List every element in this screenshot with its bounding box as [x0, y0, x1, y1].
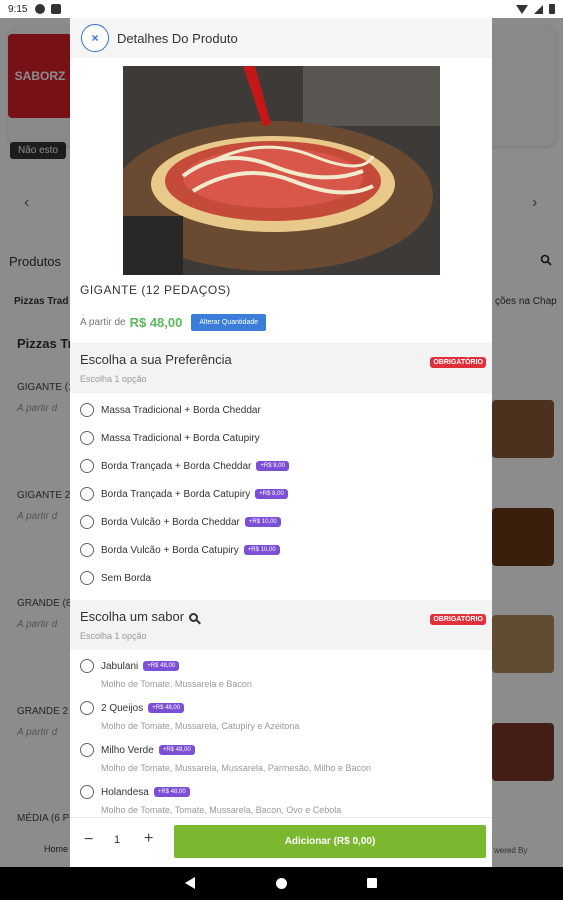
radio-button[interactable] — [80, 459, 94, 473]
wifi-icon — [516, 4, 528, 14]
option-label: Borda Trançada + Borda Catupiry — [101, 488, 251, 500]
flavor-label: Holandesa — [101, 786, 149, 798]
price-value: R$ 48,00 — [129, 315, 183, 330]
option-label: Borda Vulcão + Borda Catupiry — [101, 544, 239, 556]
group-subtitle: Escolha 1 opção — [80, 374, 147, 384]
flavor-radio[interactable]: Milho Verde +R$ 48,00 — [80, 743, 195, 757]
flavor-description: Molho de Tomate, Mussarela, Catupiry e A… — [101, 721, 300, 731]
system-navigation-bar — [0, 867, 563, 900]
battery-icon — [549, 4, 555, 14]
option-label: Borda Vulcão + Borda Cheddar — [101, 516, 240, 528]
add-to-cart-bar: − 1 + Adicionar (R$ 0,00) — [70, 817, 492, 867]
price-badge: +R$ 8,00 — [256, 461, 289, 471]
flavor-description: Molho de Tomate, Mussarela e Bacon — [101, 679, 252, 689]
status-bar: 9:15 — [0, 0, 563, 18]
price-label: A partir de — [80, 317, 126, 328]
radio-button[interactable] — [80, 431, 94, 445]
price-row: A partir de R$ 48,00 Alterar Quantidade — [80, 314, 267, 331]
option-radio[interactable]: Borda Vulcão + Borda Cheddar +R$ 10,00 — [80, 515, 281, 529]
search-icon[interactable] — [189, 613, 199, 622]
group-title: Escolha a sua Preferência — [80, 352, 232, 367]
decrease-quantity-button[interactable]: − — [84, 831, 93, 849]
required-badge: OBRIGATÓRIO — [430, 614, 486, 625]
change-quantity-button[interactable]: Alterar Quantidade — [191, 314, 267, 331]
recent-apps-icon[interactable] — [367, 878, 377, 888]
flavor-radio[interactable]: 2 Queijos +R$ 48,00 — [80, 701, 185, 715]
notification-icon-2 — [51, 4, 62, 14]
signal-icon — [534, 4, 543, 14]
option-label: Sem Borda — [101, 572, 152, 584]
radio-button[interactable] — [80, 515, 94, 529]
home-icon[interactable] — [276, 878, 287, 889]
flavor-description: Molho de Tomate, Tomate, Mussarela, Baco… — [101, 805, 342, 815]
notification-icon — [35, 4, 46, 14]
radio-button[interactable] — [80, 785, 94, 799]
status-time: 9:15 — [8, 3, 28, 15]
option-radio[interactable]: Sem Borda — [80, 571, 151, 585]
flavor-label: 2 Queijos — [101, 702, 144, 714]
back-icon[interactable] — [185, 877, 195, 889]
price-badge: +R$ 48,00 — [143, 661, 180, 671]
radio-button[interactable] — [80, 543, 94, 557]
increase-quantity-button[interactable]: + — [144, 830, 153, 848]
option-radio[interactable]: Massa Tradicional + Borda Cheddar — [80, 403, 261, 417]
option-radio[interactable]: Massa Tradicional + Borda Catupiry — [80, 431, 260, 445]
option-radio[interactable]: Borda Vulcão + Borda Catupiry +R$ 10,00 — [80, 543, 280, 557]
price-badge: +R$ 10,00 — [244, 517, 281, 527]
option-label: Borda Trançada + Borda Cheddar — [101, 460, 252, 472]
radio-button[interactable] — [80, 701, 94, 715]
radio-button[interactable] — [80, 403, 94, 417]
radio-button[interactable] — [80, 571, 94, 585]
group-title: Escolha um sabor — [80, 609, 199, 624]
price-badge: +R$ 48,00 — [148, 703, 185, 713]
add-to-cart-button[interactable]: Adicionar (R$ 0,00) — [174, 825, 486, 858]
radio-button[interactable] — [80, 743, 94, 757]
close-icon[interactable]: × — [81, 24, 109, 52]
flavor-radio[interactable]: Jabulani +R$ 48,00 — [80, 659, 180, 673]
option-group-header: Escolha um sabor Escolha 1 opção OBRIGAT… — [70, 600, 492, 650]
group-title-text: Escolha um sabor — [80, 609, 185, 624]
option-radio[interactable]: Borda Trançada + Borda Cheddar +R$ 8,00 — [80, 459, 289, 473]
option-label: Massa Tradicional + Borda Catupiry — [101, 432, 260, 444]
price-badge: +R$ 8,00 — [255, 489, 288, 499]
product-name: GIGANTE (12 PEDAÇOS) — [80, 283, 231, 297]
required-badge: OBRIGATÓRIO — [430, 357, 486, 368]
flavor-label: Jabulani — [101, 660, 139, 672]
flavor-description: Molho de Tomate, Mussarela, Mussarela, P… — [101, 763, 371, 773]
flavor-radio[interactable]: Holandesa +R$ 48,00 — [80, 785, 190, 799]
price-badge: +R$ 48,00 — [158, 745, 195, 755]
product-details-modal: × Detalhes Do Produto GIGANTE (12 PEDAÇO… — [70, 18, 492, 867]
radio-button[interactable] — [80, 659, 94, 673]
modal-title: Detalhes Do Produto — [117, 30, 238, 46]
option-radio[interactable]: Borda Trançada + Borda Catupiry +R$ 8,00 — [80, 487, 288, 501]
product-image — [123, 66, 440, 275]
flavor-label: Milho Verde — [101, 744, 154, 756]
modal-header: × Detalhes Do Produto — [70, 18, 492, 58]
option-label: Massa Tradicional + Borda Cheddar — [101, 404, 261, 416]
option-group-header: Escolha a sua Preferência Escolha 1 opçã… — [70, 343, 492, 393]
price-badge: +R$ 10,00 — [243, 545, 280, 555]
group-subtitle: Escolha 1 opção — [80, 631, 147, 641]
quantity-value: 1 — [114, 834, 121, 846]
radio-button[interactable] — [80, 487, 94, 501]
price-badge: +R$ 48,00 — [153, 787, 190, 797]
